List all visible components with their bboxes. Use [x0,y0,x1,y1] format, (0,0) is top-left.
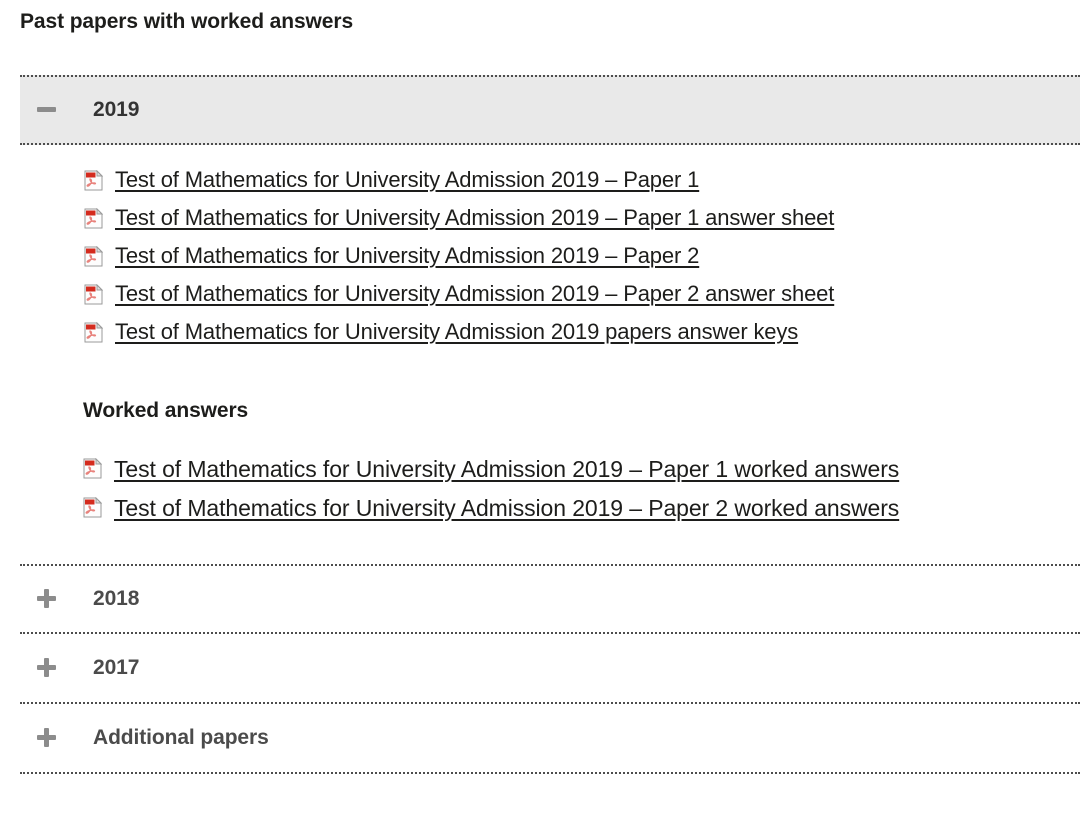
minus-icon[interactable] [28,91,66,129]
list-item: Test of Mathematics for University Admis… [20,275,1080,313]
worked-answer-link[interactable]: Test of Mathematics for University Admis… [114,493,899,523]
pdf-icon [83,497,102,518]
accordion-label-2017: 2017 [93,656,140,679]
accordion-label-2019: 2019 [93,98,140,121]
accordion-header-2019[interactable]: 2019 [20,75,1080,145]
past-papers-page: Past papers with worked answers 2019 Tes… [0,0,1080,826]
accordion-section-2019: 2019 Test of Mathematics for University … [20,75,1080,564]
worked-answer-link[interactable]: Test of Mathematics for University Admis… [114,454,899,484]
pdf-icon [84,321,103,342]
paper-link[interactable]: Test of Mathematics for University Admis… [115,241,699,271]
paper-link[interactable]: Test of Mathematics for University Admis… [115,203,834,233]
accordion-header-2018[interactable]: 2018 [20,564,1080,634]
past-papers-accordion: 2019 Test of Mathematics for University … [20,75,1080,774]
accordion-section-2017: 2017 [20,634,1080,704]
accordion-label-additional-papers: Additional papers [93,726,269,749]
pdf-icon [84,207,103,228]
accordion-panel-2019: Test of Mathematics for University Admis… [20,145,1080,564]
panel-spacer [20,527,1080,556]
pdf-icon [84,169,103,190]
paper-link[interactable]: Test of Mathematics for University Admis… [115,317,798,347]
plus-icon[interactable] [28,580,66,618]
list-item: Test of Mathematics for University Admis… [20,313,1080,351]
list-item: Test of Mathematics for University Admis… [20,161,1080,199]
page-title: Past papers with worked answers [20,10,354,33]
pdf-icon [83,458,102,479]
plus-icon[interactable] [28,719,66,757]
list-item: Test of Mathematics for University Admis… [20,199,1080,237]
worked-answers-list-2019: Test of Mathematics for University Admis… [20,449,1080,527]
accordion-header-additional-papers[interactable]: Additional papers [20,704,1080,774]
list-item: Test of Mathematics for University Admis… [20,237,1080,275]
pdf-icon [84,283,103,304]
paper-link[interactable]: Test of Mathematics for University Admis… [115,165,699,195]
accordion-header-2017[interactable]: 2017 [20,634,1080,704]
worked-answers-heading: Worked answers [83,399,249,422]
pdf-icon [84,245,103,266]
list-item: Test of Mathematics for University Admis… [20,488,1080,527]
plus-icon[interactable] [28,649,66,687]
accordion-section-additional-papers: Additional papers [20,704,1080,774]
list-item: Test of Mathematics for University Admis… [20,449,1080,488]
paper-link[interactable]: Test of Mathematics for University Admis… [115,279,834,309]
accordion-section-2018: 2018 [20,564,1080,634]
accordion-label-2018: 2018 [93,587,140,610]
papers-list-2019: Test of Mathematics for University Admis… [20,161,1080,351]
